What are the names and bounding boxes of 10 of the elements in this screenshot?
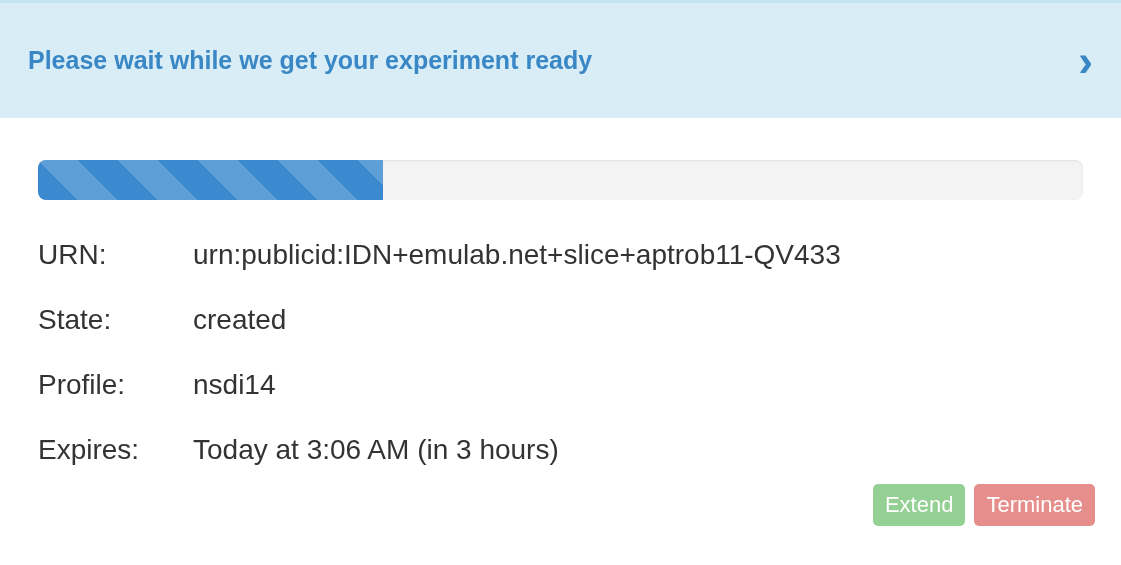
chevron-icon[interactable]: › xyxy=(1078,38,1093,83)
detail-value: urn:publicid:IDN+emulab.net+slice+aptrob11-QV433 xyxy=(193,238,841,271)
detail-label: Profile: xyxy=(38,368,127,401)
detail-label: State: xyxy=(38,303,113,336)
detail-label: Expires: xyxy=(38,433,141,466)
detail-value: Today at 3:06 AM (in 3 hours) xyxy=(193,433,559,466)
detail-label: URN: xyxy=(38,238,108,271)
detail-value: nsdi14 xyxy=(193,368,276,401)
banner-title: Please wait while we get your experiment ready xyxy=(28,46,593,75)
detail-value: created xyxy=(193,303,287,336)
